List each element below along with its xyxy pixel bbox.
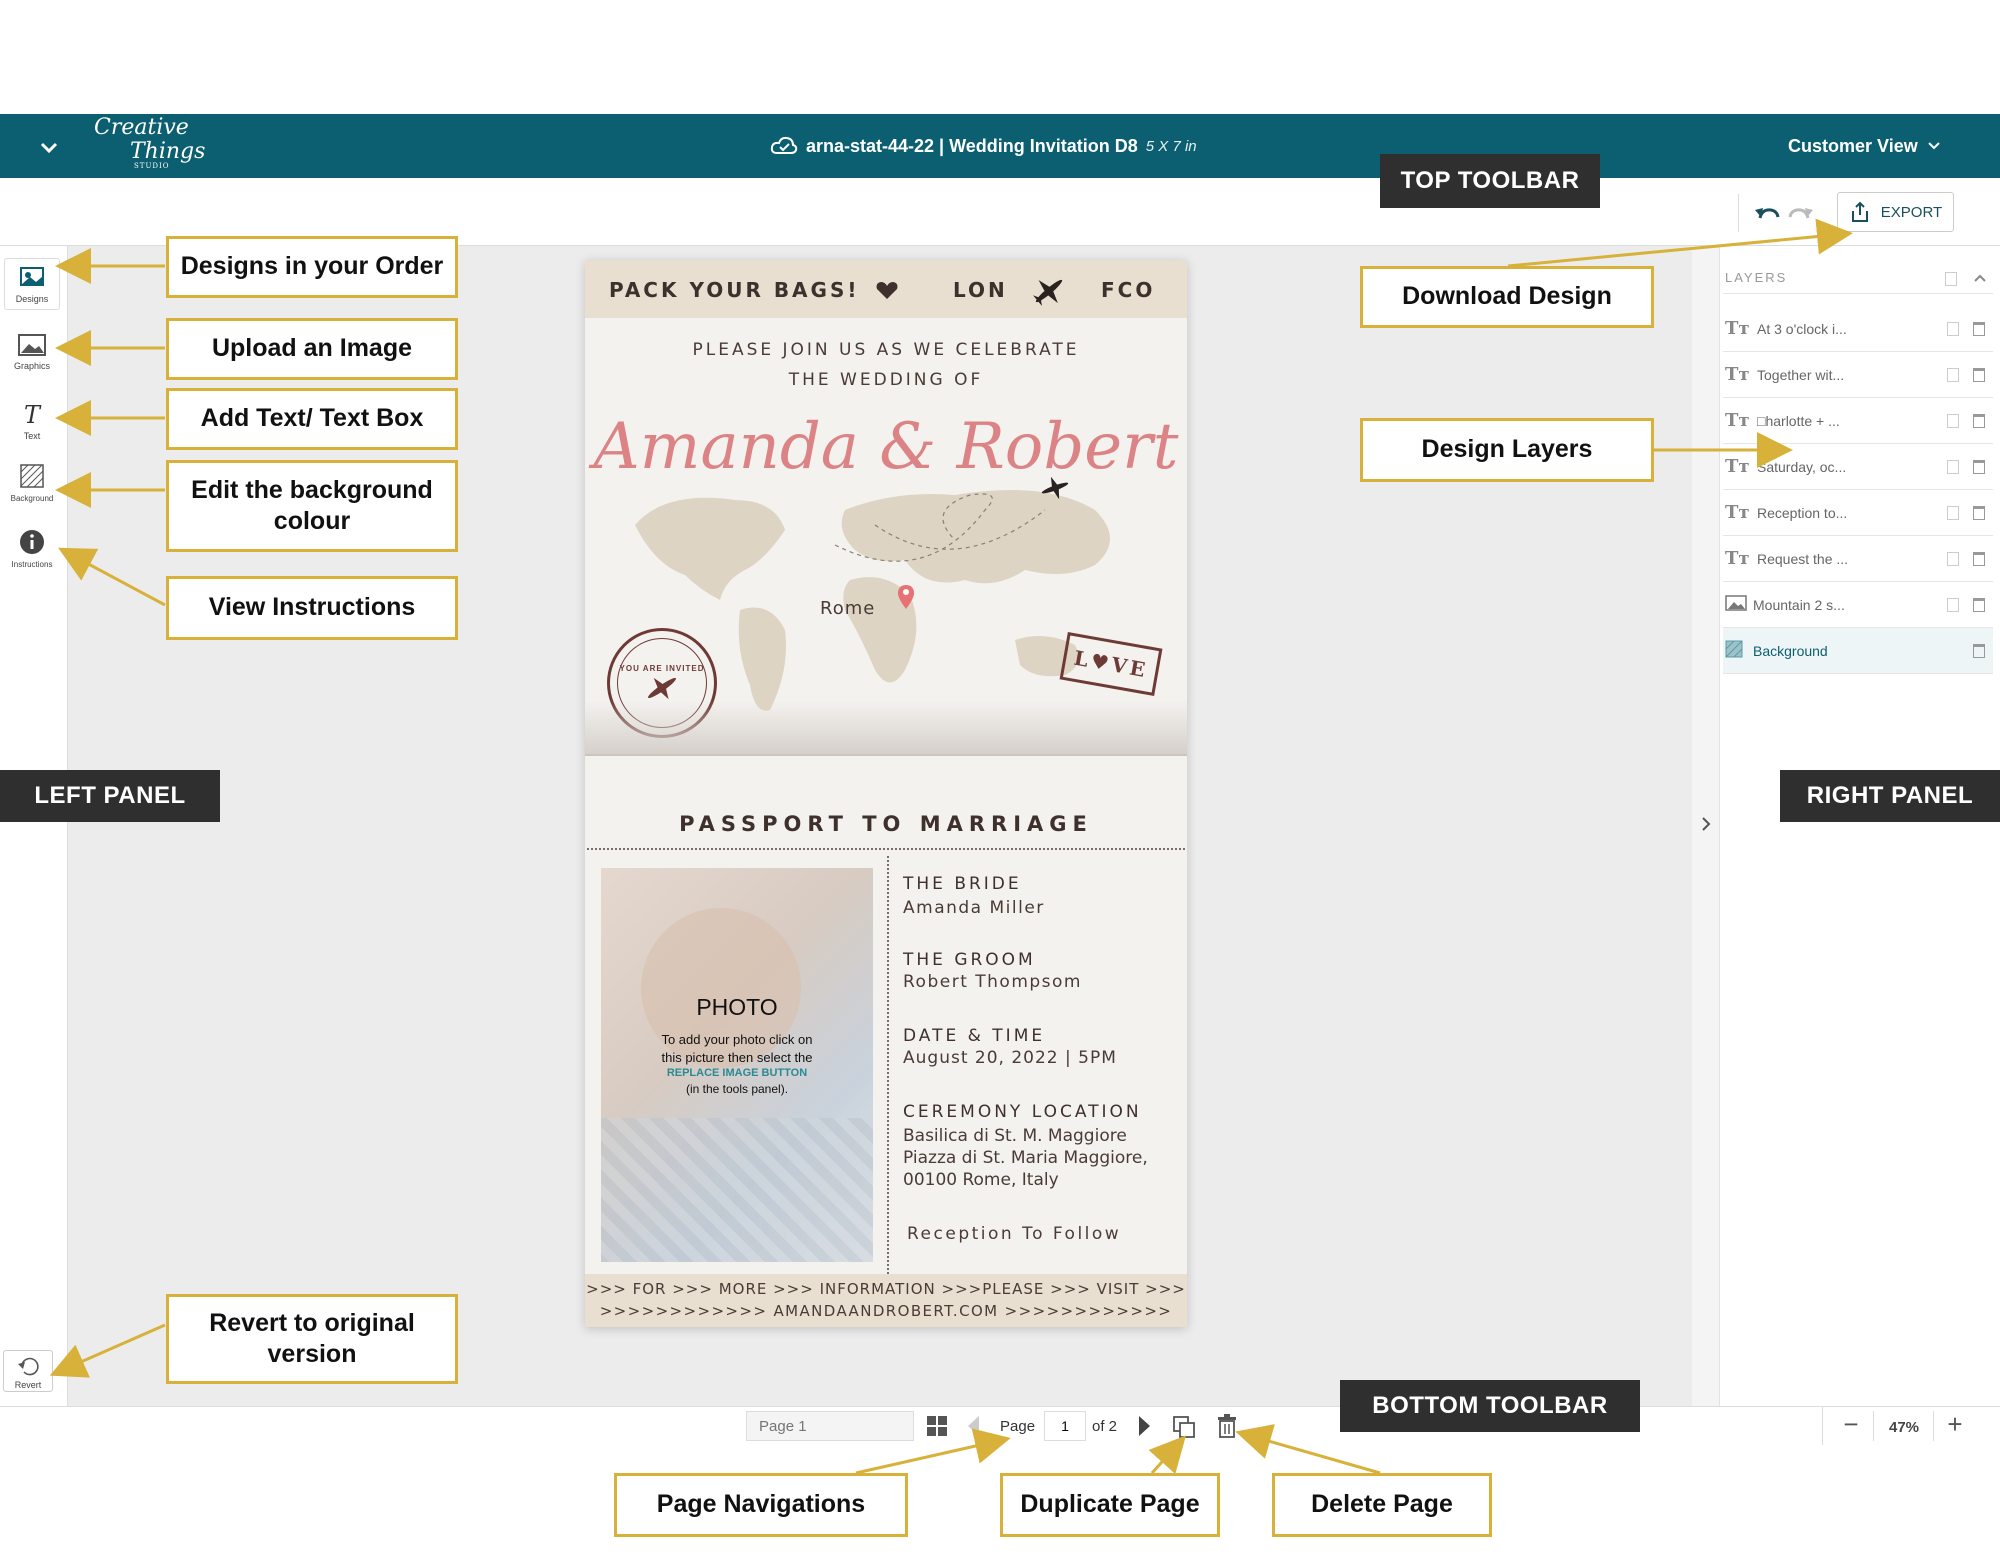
callout-page-nav: Page Navigations <box>614 1473 908 1537</box>
callout-delete: Delete Page <box>1272 1473 1492 1537</box>
callout-layers: Design Layers <box>1360 418 1654 482</box>
tag-bottom-toolbar: BOTTOM TOOLBAR <box>1340 1380 1640 1432</box>
tag-left-panel: LEFT PANEL <box>0 770 220 822</box>
callout-revert: Revert to original version <box>166 1294 458 1384</box>
callout-designs: Designs in your Order <box>166 236 458 298</box>
callout-instructions: View Instructions <box>166 576 458 640</box>
callout-upload: Upload an Image <box>166 318 458 380</box>
callout-background: Edit the background colour <box>166 460 458 552</box>
callout-text: Add Text/ Text Box <box>166 388 458 450</box>
tag-top-toolbar: TOP TOOLBAR <box>1380 154 1600 208</box>
callout-download: Download Design <box>1360 266 1654 328</box>
callout-duplicate: Duplicate Page <box>1000 1473 1220 1537</box>
tag-right-panel: RIGHT PANEL <box>1780 770 2000 822</box>
